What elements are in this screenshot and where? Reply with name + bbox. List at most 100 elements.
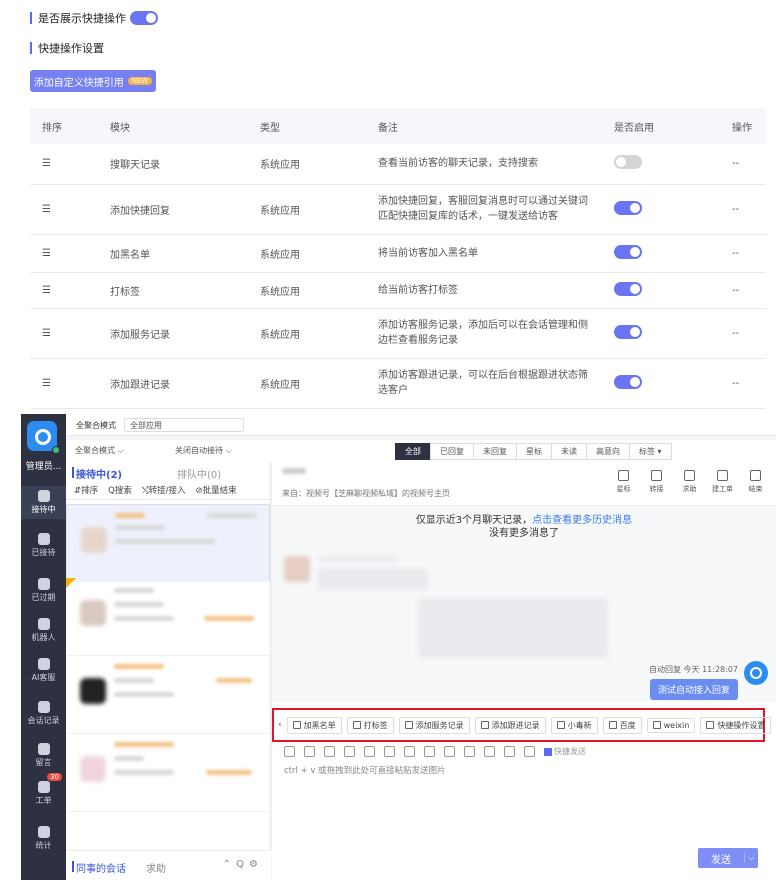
nav-label: 机器人 [31, 633, 56, 642]
editor-tool-icon[interactable] [324, 746, 335, 757]
quick-action-button[interactable]: weixin [646, 717, 696, 733]
header-tool-button[interactable]: 转接 [640, 470, 673, 494]
editor-tool-icon[interactable] [424, 746, 435, 757]
quick-action-button[interactable]: 加黑名单 [286, 716, 342, 734]
filter-tab[interactable]: 已回复 [430, 443, 474, 460]
drag-handle-icon[interactable]: ☰ [30, 272, 110, 309]
header-tool-button[interactable]: 求助 [673, 470, 706, 494]
send-button[interactable]: 发送 ⌵ [698, 848, 758, 868]
tab-receiving[interactable]: 接待中(2) [71, 466, 122, 481]
table-row: ☰ 打标签 系统应用 给当前访客打标签 -- [30, 272, 766, 309]
quick-action-label: 添加服务记录 [415, 720, 464, 730]
editor-tool-icon[interactable] [464, 746, 475, 757]
drag-handle-icon[interactable]: ☰ [30, 184, 110, 235]
filter-tab[interactable]: 未读 [551, 443, 587, 460]
avatar [81, 527, 107, 553]
quick-action-icon [404, 721, 413, 729]
list-action-button[interactable]: ⊘批量结束 [196, 484, 237, 496]
header-tool-button[interactable]: 建工单 [706, 470, 739, 494]
drag-handle-icon[interactable]: ☰ [30, 358, 110, 409]
drag-handle-icon[interactable]: ☰ [30, 234, 110, 273]
admin-label[interactable]: 管理员... [21, 459, 66, 472]
editor-tool-icon[interactable] [504, 746, 515, 757]
scroll-left-icon[interactable]: ‹ [278, 720, 282, 730]
editor-tool-icon[interactable] [304, 746, 315, 757]
list-item[interactable] [66, 656, 270, 734]
app-select[interactable]: 全部应用 [124, 418, 244, 432]
quick-send-checkbox[interactable]: 快捷发送 [544, 746, 586, 757]
nav-item[interactable]: 统计 [21, 822, 66, 855]
quick-action-button[interactable]: 快捷操作设置 [700, 716, 772, 734]
nav-label: 会话记录 [27, 716, 60, 725]
table-row: ☰ 添加服务记录 系统应用 添加访客服务记录，添加后可以在会话管理和侧边栏查看服务记录… [30, 308, 766, 359]
aggregate-mode-label: 全聚合模式 [76, 421, 116, 430]
tab-help[interactable]: 求助 [146, 860, 166, 875]
input-placeholder[interactable]: ctrl + v 或拖拽到此处可直接粘贴发送图片 [284, 764, 446, 776]
header-tool-button[interactable]: 结束 [739, 470, 772, 494]
mode-select[interactable]: 全聚合模式 ⌵ [70, 444, 160, 458]
enable-toggle[interactable] [614, 374, 642, 389]
list-item[interactable] [66, 578, 270, 656]
nav-item[interactable]: 留言 [21, 739, 66, 772]
nav-item[interactable]: 会话记录 [21, 697, 66, 730]
add-custom-quick-ref-button[interactable]: 添加自定义快捷引用 NEW [30, 70, 156, 92]
quick-action-button[interactable]: 小毒新 [550, 716, 598, 734]
enabled-cell [614, 308, 732, 359]
enable-toggle[interactable] [614, 200, 642, 215]
editor-tool-icon[interactable] [524, 746, 535, 757]
list-item[interactable] [66, 734, 270, 812]
editor-tool-icon[interactable] [364, 746, 375, 757]
tool-label: 求助 [682, 485, 697, 493]
note-cell: 添加访客跟进记录，可以在后台根据跟进状态筛选客户 [378, 358, 614, 409]
editor-tool-icon[interactable] [344, 746, 355, 757]
quick-action-button[interactable]: 打标签 [346, 716, 394, 734]
nav-item[interactable]: 工单 30 [21, 773, 66, 810]
nav-item[interactable]: AI客服 [21, 654, 66, 687]
list-action-button[interactable]: Q搜索 [108, 484, 132, 496]
notice-text: 仅显示近3个月聊天记录， [415, 515, 533, 526]
nav-item[interactable]: 接待中 [21, 486, 66, 519]
auto-close-select[interactable]: 关闭自动接待 ⌵ [170, 444, 280, 458]
filter-tab[interactable]: 星标 [516, 443, 552, 460]
drag-handle-icon[interactable]: ☰ [30, 144, 110, 185]
filter-tab[interactable]: 未回复 [473, 443, 517, 460]
editor-tool-icon[interactable] [444, 746, 455, 757]
filter-tabs: 全部 已回复 未回复 星标 未读 高意向 标签 ▾ [395, 443, 672, 460]
quick-action-label: 添加跟进记录 [491, 720, 540, 730]
tab-queue[interactable]: 排队中(0) [177, 466, 221, 481]
nav-badge: 30 [47, 773, 62, 781]
list-action-button[interactable]: ⇵排序 [74, 484, 98, 496]
nav-item[interactable]: 已过期 [21, 574, 66, 607]
footer-icons[interactable]: ⌃Q⚙ [223, 859, 263, 870]
drag-handle-icon[interactable]: ☰ [30, 308, 110, 359]
tab-colleague-sessions[interactable]: 同事的会话 [72, 860, 126, 875]
filter-tab[interactable]: 高意向 [586, 443, 630, 460]
editor-tool-icon[interactable] [484, 746, 495, 757]
table-row: ☰ 添加快捷回复 系统应用 添加快捷回复，客服回复消息时可以通过关键词匹配快捷回复库的… [30, 184, 766, 235]
quick-action-button[interactable]: 添加服务记录 [398, 716, 470, 734]
module-cell: 添加快捷回复 [110, 184, 260, 235]
message-area: 仅显示近3个月聊天记录，点击查看更多历史消息 没有更多消息了 自动回复 今天 1… [272, 506, 776, 702]
enable-toggle[interactable] [614, 324, 642, 339]
editor-tool-icon[interactable] [284, 746, 295, 757]
quick-action-button[interactable]: 百度 [602, 716, 642, 734]
nav-item[interactable]: 已接待 [21, 529, 66, 562]
editor-tool-icon[interactable] [384, 746, 395, 757]
editor-tool-icon[interactable] [404, 746, 415, 757]
filter-tab[interactable]: 全部 [395, 443, 431, 460]
list-action-button[interactable]: ⤭转接/接入 [142, 484, 186, 496]
send-options-icon[interactable]: ⌵ [744, 853, 758, 863]
nav-item[interactable]: 机器人 [21, 614, 66, 647]
filter-tab[interactable]: 标签 ▾ [629, 443, 672, 460]
section-title: 快捷操作设置 [30, 40, 104, 56]
header-tool-button[interactable]: 星标 [607, 470, 640, 494]
history-link[interactable]: 点击查看更多历史消息 [532, 515, 632, 526]
enable-toggle[interactable] [614, 155, 642, 170]
nav-label: 接待中 [31, 505, 56, 514]
type-cell: 系统应用 [260, 184, 378, 235]
list-item[interactable] [66, 504, 270, 582]
show-quick-ops-toggle[interactable] [130, 11, 158, 25]
enable-toggle[interactable] [614, 244, 642, 259]
quick-action-button[interactable]: 添加跟进记录 [474, 716, 546, 734]
enable-toggle[interactable] [614, 281, 642, 296]
